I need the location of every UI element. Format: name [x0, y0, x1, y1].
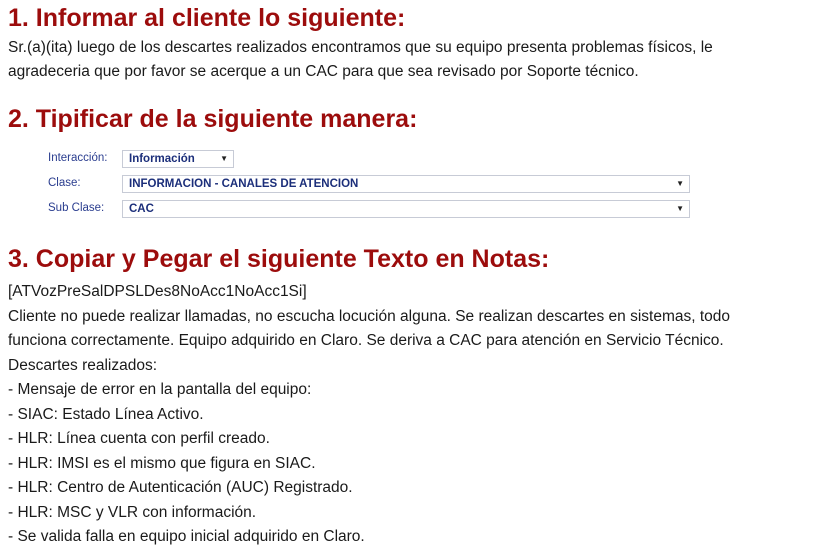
- notes-line: - SIAC: Estado Línea Activo.: [8, 405, 204, 423]
- notes-line: - HLR: Centro de Autenticación (AUC) Reg…: [8, 479, 353, 496]
- clase-select[interactable]: INFORMACION - CANALES DE ATENCION ▼: [122, 175, 690, 193]
- subclase-select[interactable]: CAC ▼: [122, 200, 690, 218]
- chevron-down-icon: ▼: [220, 154, 228, 163]
- clase-label: Clase:: [48, 177, 81, 189]
- notes-line: - HLR: IMSI es el mismo que figura en SI…: [8, 454, 316, 472]
- notes-line: [ATVozPreSalDPSLDes8NoAcc1NoAcc1Si]: [8, 283, 307, 300]
- notes-line: - Se valida falla en equipo inicial adqu…: [8, 528, 365, 545]
- chevron-down-icon: ▼: [676, 179, 684, 188]
- chevron-down-icon: ▼: [676, 204, 684, 213]
- subclase-value: CAC: [129, 203, 154, 215]
- section-3-heading: 3. Copiar y Pegar el siguiente Texto en …: [8, 245, 550, 273]
- interaccion-select[interactable]: Información ▼: [122, 150, 234, 168]
- interaccion-label: Interacción:: [48, 152, 108, 164]
- section-2-heading: 2. Tipificar de la siguiente manera:: [8, 105, 418, 133]
- section-1-heading: 1. Informar al cliente lo siguiente:: [8, 4, 406, 32]
- notes-line: - Mensaje de error en la pantalla del eq…: [8, 381, 312, 398]
- notes-line: - HLR: MSC y VLR con información.: [8, 503, 257, 521]
- subclase-label: Sub Clase:: [48, 202, 105, 214]
- section-1-text-line-1: Sr.(a)(ita) luego de los descartes reali…: [8, 39, 713, 56]
- notes-line: - HLR: Línea cuenta con perfil creado.: [8, 430, 270, 447]
- interaccion-value: Información: [129, 153, 195, 165]
- notes-text: [ATVozPreSalDPSLDes8NoAcc1NoAcc1Si] Clie…: [8, 280, 730, 550]
- clase-value: INFORMACION - CANALES DE ATENCION: [129, 178, 359, 190]
- section-1-text-line-2: agradeceria que por favor se acerque a u…: [8, 63, 639, 80]
- notes-line: funciona correctamente. Equipo adquirido…: [8, 332, 724, 349]
- notes-line: Descartes realizados:: [8, 356, 158, 374]
- notes-line: Cliente no puede realizar llamadas, no e…: [8, 307, 731, 325]
